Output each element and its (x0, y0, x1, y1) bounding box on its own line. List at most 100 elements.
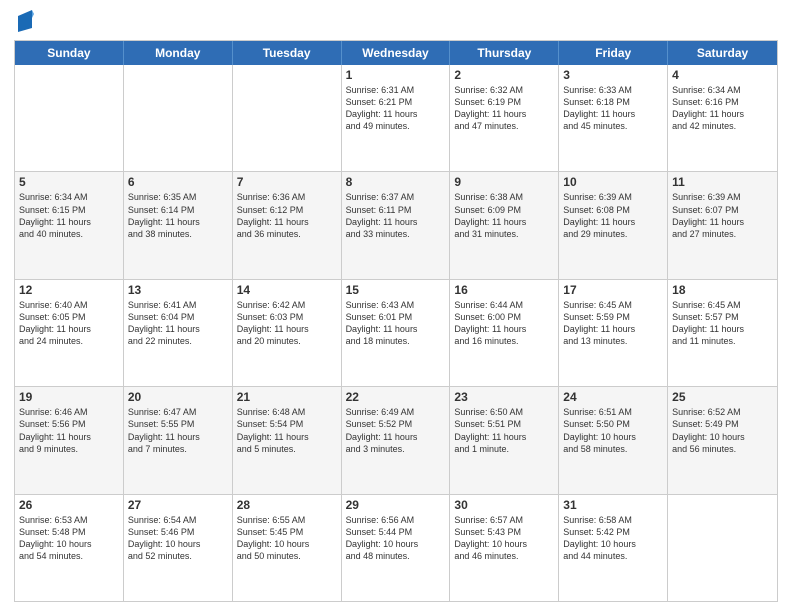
day-info: Sunrise: 6:31 AM Sunset: 6:21 PM Dayligh… (346, 84, 446, 133)
day-number: 22 (346, 390, 446, 404)
header (14, 10, 778, 34)
calendar-cell (124, 65, 233, 171)
day-number: 3 (563, 68, 663, 82)
day-number: 6 (128, 175, 228, 189)
day-info: Sunrise: 6:50 AM Sunset: 5:51 PM Dayligh… (454, 406, 554, 455)
day-info: Sunrise: 6:39 AM Sunset: 6:08 PM Dayligh… (563, 191, 663, 240)
day-number: 27 (128, 498, 228, 512)
day-info: Sunrise: 6:41 AM Sunset: 6:04 PM Dayligh… (128, 299, 228, 348)
day-info: Sunrise: 6:57 AM Sunset: 5:43 PM Dayligh… (454, 514, 554, 563)
calendar-cell (15, 65, 124, 171)
day-info: Sunrise: 6:32 AM Sunset: 6:19 PM Dayligh… (454, 84, 554, 133)
day-info: Sunrise: 6:43 AM Sunset: 6:01 PM Dayligh… (346, 299, 446, 348)
calendar-cell: 24 Sunrise: 6:51 AM Sunset: 5:50 PM Dayli… (559, 387, 668, 493)
day-number: 13 (128, 283, 228, 297)
calendar-body: 1 Sunrise: 6:31 AM Sunset: 6:21 PM Daylig… (15, 65, 777, 601)
day-number: 29 (346, 498, 446, 512)
calendar-cell (668, 495, 777, 601)
logo (14, 10, 34, 34)
calendar-cell: 31Sunrise: 6:58 AM Sunset: 5:42 PM Dayli… (559, 495, 668, 601)
day-number: 28 (237, 498, 337, 512)
day-number: 11 (672, 175, 773, 189)
day-number: 26 (19, 498, 119, 512)
day-info: Sunrise: 6:36 AM Sunset: 6:12 PM Dayligh… (237, 191, 337, 240)
calendar-cell: 11Sunrise: 6:39 AM Sunset: 6:07 PM Dayli… (668, 172, 777, 278)
weekday-header-friday: Friday (559, 41, 668, 65)
calendar-row-2: 12 Sunrise: 6:40 AM Sunset: 6:05 PM Dayli… (15, 280, 777, 387)
day-number: 8 (346, 175, 446, 189)
day-number: 1 (346, 68, 446, 82)
day-info: Sunrise: 6:34 AM Sunset: 6:16 PM Dayligh… (672, 84, 773, 133)
calendar-cell: 22 Sunrise: 6:49 AM Sunset: 5:52 PM Dayli… (342, 387, 451, 493)
calendar-row-1: 5 Sunrise: 6:34 AM Sunset: 6:15 PM Daylig… (15, 172, 777, 279)
day-info: Sunrise: 6:52 AM Sunset: 5:49 PM Dayligh… (672, 406, 773, 455)
day-number: 18 (672, 283, 773, 297)
day-number: 12 (19, 283, 119, 297)
calendar-cell: 15 Sunrise: 6:43 AM Sunset: 6:01 PM Dayli… (342, 280, 451, 386)
calendar-cell: 4 Sunrise: 6:34 AM Sunset: 6:16 PM Daylig… (668, 65, 777, 171)
logo-icon (16, 10, 34, 34)
day-info: Sunrise: 6:54 AM Sunset: 5:46 PM Dayligh… (128, 514, 228, 563)
calendar-cell: 23 Sunrise: 6:50 AM Sunset: 5:51 PM Dayli… (450, 387, 559, 493)
day-number: 5 (19, 175, 119, 189)
calendar-cell (233, 65, 342, 171)
day-number: 14 (237, 283, 337, 297)
day-number: 10 (563, 175, 663, 189)
day-info: Sunrise: 6:45 AM Sunset: 5:59 PM Dayligh… (563, 299, 663, 348)
day-number: 2 (454, 68, 554, 82)
day-number: 4 (672, 68, 773, 82)
day-info: Sunrise: 6:58 AM Sunset: 5:42 PM Dayligh… (563, 514, 663, 563)
day-info: Sunrise: 6:34 AM Sunset: 6:15 PM Dayligh… (19, 191, 119, 240)
calendar-cell: 14 Sunrise: 6:42 AM Sunset: 6:03 PM Dayli… (233, 280, 342, 386)
day-info: Sunrise: 6:35 AM Sunset: 6:14 PM Dayligh… (128, 191, 228, 240)
weekday-header-monday: Monday (124, 41, 233, 65)
day-number: 23 (454, 390, 554, 404)
calendar-cell: 12 Sunrise: 6:40 AM Sunset: 6:05 PM Dayli… (15, 280, 124, 386)
day-number: 16 (454, 283, 554, 297)
calendar-cell: 13 Sunrise: 6:41 AM Sunset: 6:04 PM Dayli… (124, 280, 233, 386)
page: SundayMondayTuesdayWednesdayThursdayFrid… (0, 0, 792, 612)
calendar-cell: 20 Sunrise: 6:47 AM Sunset: 5:55 PM Dayli… (124, 387, 233, 493)
day-info: Sunrise: 6:46 AM Sunset: 5:56 PM Dayligh… (19, 406, 119, 455)
day-info: Sunrise: 6:48 AM Sunset: 5:54 PM Dayligh… (237, 406, 337, 455)
calendar-cell: 1 Sunrise: 6:31 AM Sunset: 6:21 PM Daylig… (342, 65, 451, 171)
calendar-row-4: 26 Sunrise: 6:53 AM Sunset: 5:48 PM Dayli… (15, 495, 777, 601)
calendar-cell: 30 Sunrise: 6:57 AM Sunset: 5:43 PM Dayli… (450, 495, 559, 601)
weekday-header-saturday: Saturday (668, 41, 777, 65)
calendar-cell: 21 Sunrise: 6:48 AM Sunset: 5:54 PM Dayli… (233, 387, 342, 493)
calendar-cell: 26 Sunrise: 6:53 AM Sunset: 5:48 PM Dayli… (15, 495, 124, 601)
day-info: Sunrise: 6:40 AM Sunset: 6:05 PM Dayligh… (19, 299, 119, 348)
day-number: 25 (672, 390, 773, 404)
day-info: Sunrise: 6:53 AM Sunset: 5:48 PM Dayligh… (19, 514, 119, 563)
calendar-cell: 29Sunrise: 6:56 AM Sunset: 5:44 PM Dayli… (342, 495, 451, 601)
day-info: Sunrise: 6:47 AM Sunset: 5:55 PM Dayligh… (128, 406, 228, 455)
day-info: Sunrise: 6:51 AM Sunset: 5:50 PM Dayligh… (563, 406, 663, 455)
calendar-cell: 5 Sunrise: 6:34 AM Sunset: 6:15 PM Daylig… (15, 172, 124, 278)
day-number: 7 (237, 175, 337, 189)
calendar-cell: 19 Sunrise: 6:46 AM Sunset: 5:56 PM Dayli… (15, 387, 124, 493)
calendar-row-3: 19 Sunrise: 6:46 AM Sunset: 5:56 PM Dayli… (15, 387, 777, 494)
day-number: 21 (237, 390, 337, 404)
day-info: Sunrise: 6:42 AM Sunset: 6:03 PM Dayligh… (237, 299, 337, 348)
calendar-cell: 2 Sunrise: 6:32 AM Sunset: 6:19 PM Daylig… (450, 65, 559, 171)
weekday-header-thursday: Thursday (450, 41, 559, 65)
day-number: 19 (19, 390, 119, 404)
calendar-cell: 28Sunrise: 6:55 AM Sunset: 5:45 PM Dayli… (233, 495, 342, 601)
calendar: SundayMondayTuesdayWednesdayThursdayFrid… (14, 40, 778, 602)
day-number: 24 (563, 390, 663, 404)
day-number: 30 (454, 498, 554, 512)
weekday-header-sunday: Sunday (15, 41, 124, 65)
day-info: Sunrise: 6:49 AM Sunset: 5:52 PM Dayligh… (346, 406, 446, 455)
weekday-header-tuesday: Tuesday (233, 41, 342, 65)
day-info: Sunrise: 6:38 AM Sunset: 6:09 PM Dayligh… (454, 191, 554, 240)
calendar-cell: 17Sunrise: 6:45 AM Sunset: 5:59 PM Dayli… (559, 280, 668, 386)
calendar-cell: 25 Sunrise: 6:52 AM Sunset: 5:49 PM Dayli… (668, 387, 777, 493)
day-info: Sunrise: 6:37 AM Sunset: 6:11 PM Dayligh… (346, 191, 446, 240)
day-info: Sunrise: 6:45 AM Sunset: 5:57 PM Dayligh… (672, 299, 773, 348)
calendar-cell: 27 Sunrise: 6:54 AM Sunset: 5:46 PM Dayli… (124, 495, 233, 601)
day-number: 20 (128, 390, 228, 404)
day-number: 15 (346, 283, 446, 297)
calendar-cell: 18 Sunrise: 6:45 AM Sunset: 5:57 PM Dayli… (668, 280, 777, 386)
calendar-row-0: 1 Sunrise: 6:31 AM Sunset: 6:21 PM Daylig… (15, 65, 777, 172)
calendar-cell: 8 Sunrise: 6:37 AM Sunset: 6:11 PM Daylig… (342, 172, 451, 278)
